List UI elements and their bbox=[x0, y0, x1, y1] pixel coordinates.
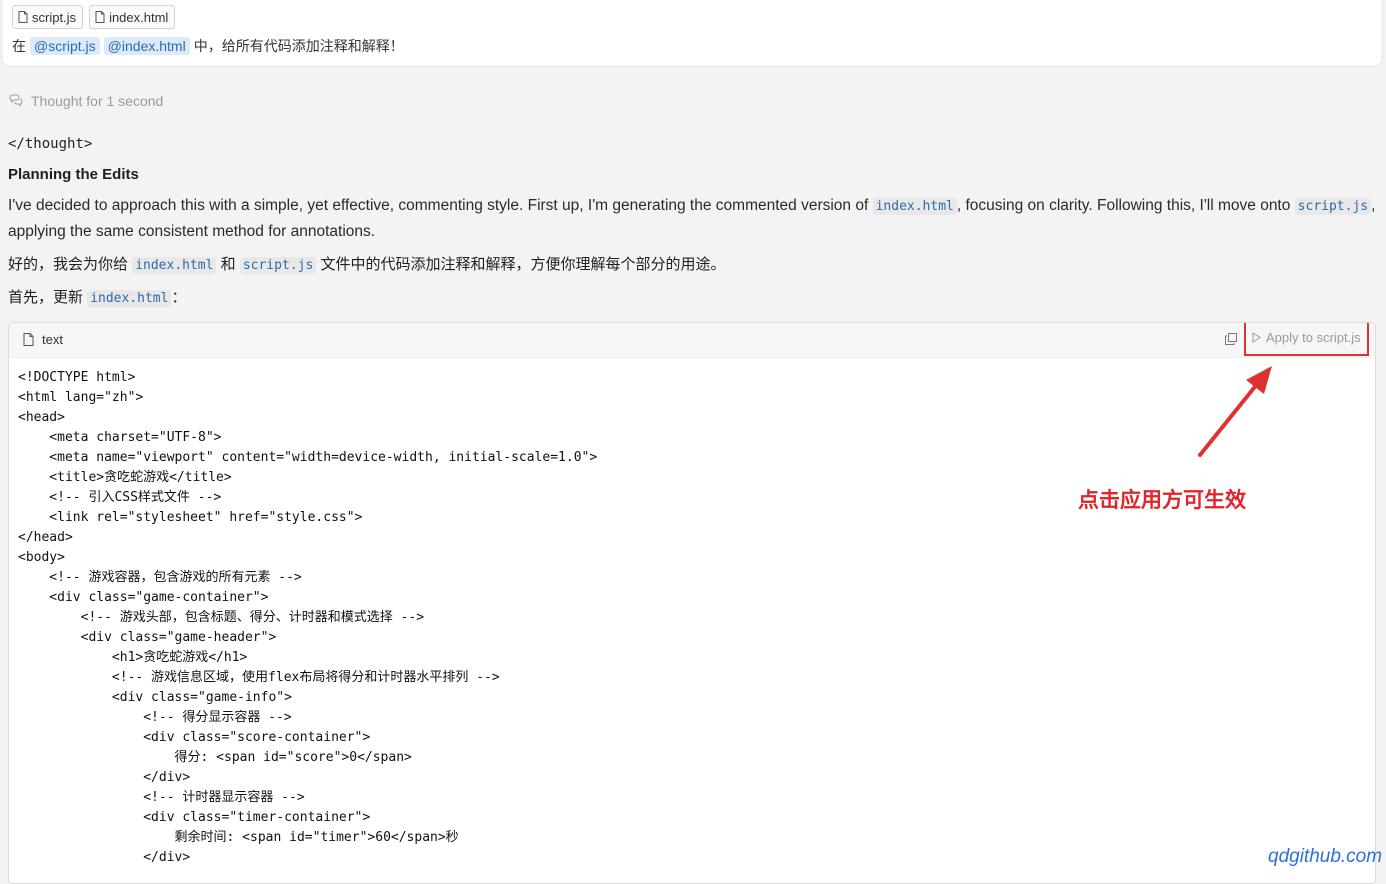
code-line: <body> bbox=[18, 550, 65, 565]
mention-index-html[interactable]: @index.html bbox=[103, 37, 190, 55]
para1-text-a: I've decided to approach this with a sim… bbox=[8, 197, 873, 214]
code-line: <div class="timer-container"> bbox=[18, 810, 371, 825]
code-line: </div> bbox=[18, 770, 191, 785]
attachment-list: script.js index.html bbox=[12, 5, 176, 29]
code-line: <div class="game-container"> bbox=[18, 590, 269, 605]
code-line: <h1>贪吃蛇游戏</h1> bbox=[18, 650, 248, 665]
thought-close-tag: </thought> bbox=[8, 136, 93, 152]
watermark: qdgithub.com bbox=[1268, 846, 1383, 867]
annotation-text: 点击应用方可生效 bbox=[1078, 488, 1246, 512]
para1-text-b: , focusing on clarity. Following this, I… bbox=[956, 197, 1295, 214]
para2-text-a: 好的，我会为你给 bbox=[8, 256, 129, 273]
thought-toggle[interactable]: Thought for 1 second bbox=[8, 93, 163, 109]
code-line: <div class="game-info"> bbox=[18, 690, 292, 705]
play-icon bbox=[1252, 332, 1261, 343]
thought-label: Thought for 1 second bbox=[31, 93, 164, 109]
code-language-label: text bbox=[42, 332, 63, 347]
code-line: <meta charset="UTF-8"> bbox=[18, 430, 222, 445]
inline-code-index-html: index.html bbox=[87, 290, 172, 307]
file-icon bbox=[18, 11, 28, 23]
code-line: <!DOCTYPE html> bbox=[18, 370, 136, 385]
code-line: <!-- 游戏信息区域，使用flex布局将得分和计时器水平排列 --> bbox=[18, 670, 500, 685]
inline-code-script-js: script.js bbox=[239, 257, 317, 274]
user-message-card: script.js index.html 在 @script.js @index… bbox=[2, 0, 1382, 66]
attachment-chip-script-js[interactable]: script.js bbox=[12, 5, 84, 29]
inline-code-index-html: index.html bbox=[132, 257, 217, 274]
code-line: <div class="game-header"> bbox=[18, 630, 277, 645]
copy-icon[interactable] bbox=[1225, 333, 1237, 345]
code-line: <!-- 游戏头部，包含标题、得分、计时器和模式选择 --> bbox=[18, 610, 425, 625]
user-prompt: 在 @script.js @index.html 中，给所有代码添加注释和解释！ bbox=[12, 36, 404, 56]
inline-code-index-html: index.html bbox=[872, 198, 957, 215]
mention-script-js[interactable]: @script.js bbox=[30, 37, 100, 55]
para3-text-a: 首先，更新 bbox=[8, 289, 84, 306]
prompt-prefix: 在 bbox=[12, 38, 26, 54]
prompt-suffix: 中，给所有代码添加注释和解释！ bbox=[193, 38, 404, 54]
attachment-chip-index-html[interactable]: index.html bbox=[89, 5, 176, 29]
response-paragraph-1: I've decided to approach this with a sim… bbox=[8, 194, 1376, 244]
annotation-arrow-icon bbox=[1198, 366, 1272, 457]
para2-text-b: 和 bbox=[220, 256, 236, 273]
code-line: <div class="score-container"> bbox=[18, 730, 371, 745]
code-line: 剩余时间: <span id="timer">60</span>秒 bbox=[18, 830, 459, 845]
code-line: <!-- 计时器显示容器 --> bbox=[18, 790, 305, 805]
para3-text-b: ： bbox=[171, 289, 187, 306]
code-content: <!DOCTYPE html> <html lang="zh"> <head> <m… bbox=[9, 358, 1375, 868]
code-block: text Apply to script.js <!DOCTYPE html> <… bbox=[8, 322, 1376, 884]
code-line: 得分: <span id="score">0</span> bbox=[18, 750, 412, 765]
code-line: <meta name="viewport" content="width=dev… bbox=[18, 450, 598, 465]
attachment-label: script.js bbox=[32, 9, 77, 25]
code-language: text bbox=[23, 332, 63, 347]
thought-icon bbox=[9, 94, 23, 107]
code-line: </head> bbox=[18, 530, 73, 545]
apply-label: Apply to script.js bbox=[1266, 330, 1361, 345]
code-block-header: text Apply to script.js bbox=[9, 323, 1375, 358]
response-paragraph-2: 好的，我会为你给 index.html 和 script.js 文件中的代码添加… bbox=[8, 253, 725, 278]
file-icon bbox=[95, 11, 105, 23]
apply-to-script-button[interactable]: Apply to script.js bbox=[1244, 323, 1369, 356]
code-line: <!-- 游戏容器，包含游戏的所有元素 --> bbox=[18, 570, 302, 585]
response-paragraph-3: 首先，更新 index.html： bbox=[8, 286, 186, 311]
inline-code-script-js: script.js bbox=[1294, 198, 1372, 215]
code-line: <html lang="zh"> bbox=[18, 390, 144, 405]
attachment-label: index.html bbox=[109, 9, 169, 25]
response-heading: Planning the Edits bbox=[8, 166, 139, 183]
code-line: <!-- 得分显示容器 --> bbox=[18, 710, 292, 725]
file-icon bbox=[23, 333, 34, 346]
code-line: </div> bbox=[18, 850, 191, 865]
para2-text-c: 文件中的代码添加注释和解释，方便你理解每个部分的用途。 bbox=[320, 256, 726, 273]
code-line: <head> bbox=[18, 410, 65, 425]
